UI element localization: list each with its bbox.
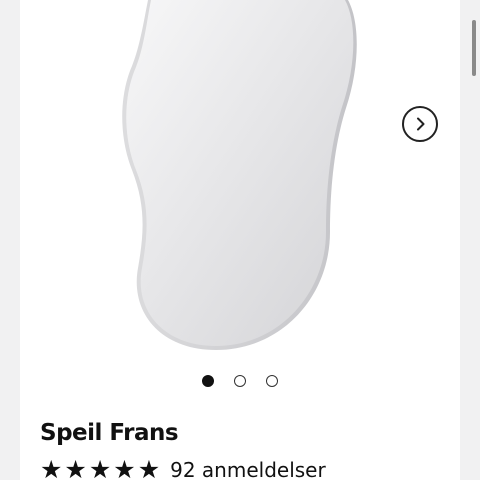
product-image [122, 0, 357, 350]
pagination-dot[interactable] [234, 375, 246, 387]
star-icon: ★ [137, 455, 161, 480]
chevron-right-icon [417, 117, 425, 131]
star-icon: ★ [40, 455, 63, 480]
pagination-dot[interactable] [266, 375, 278, 387]
rating-stars: ★ ★ ★ ★ ★ [40, 455, 160, 480]
scrollbar-thumb[interactable] [472, 20, 476, 76]
product-card: Speil Frans ★ ★ ★ ★ ★ 92 anmeldelser [20, 0, 460, 480]
rating-row: ★ ★ ★ ★ ★ 92 anmeldelser [40, 455, 326, 480]
gallery-pagination [20, 375, 460, 389]
next-image-button[interactable] [402, 106, 438, 142]
product-screen: Speil Frans ★ ★ ★ ★ ★ 92 anmeldelser [0, 0, 480, 480]
star-icon: ★ [113, 455, 136, 480]
star-icon: ★ [64, 455, 87, 480]
product-image-gallery[interactable] [20, 0, 460, 362]
scrollbar[interactable] [470, 0, 478, 480]
pagination-dot[interactable] [202, 375, 214, 387]
mirror-glass [126, 0, 354, 346]
reviews-link[interactable]: 92 anmeldelser [170, 455, 326, 480]
star-icon: ★ [88, 455, 112, 480]
product-title: Speil Frans [40, 420, 179, 446]
